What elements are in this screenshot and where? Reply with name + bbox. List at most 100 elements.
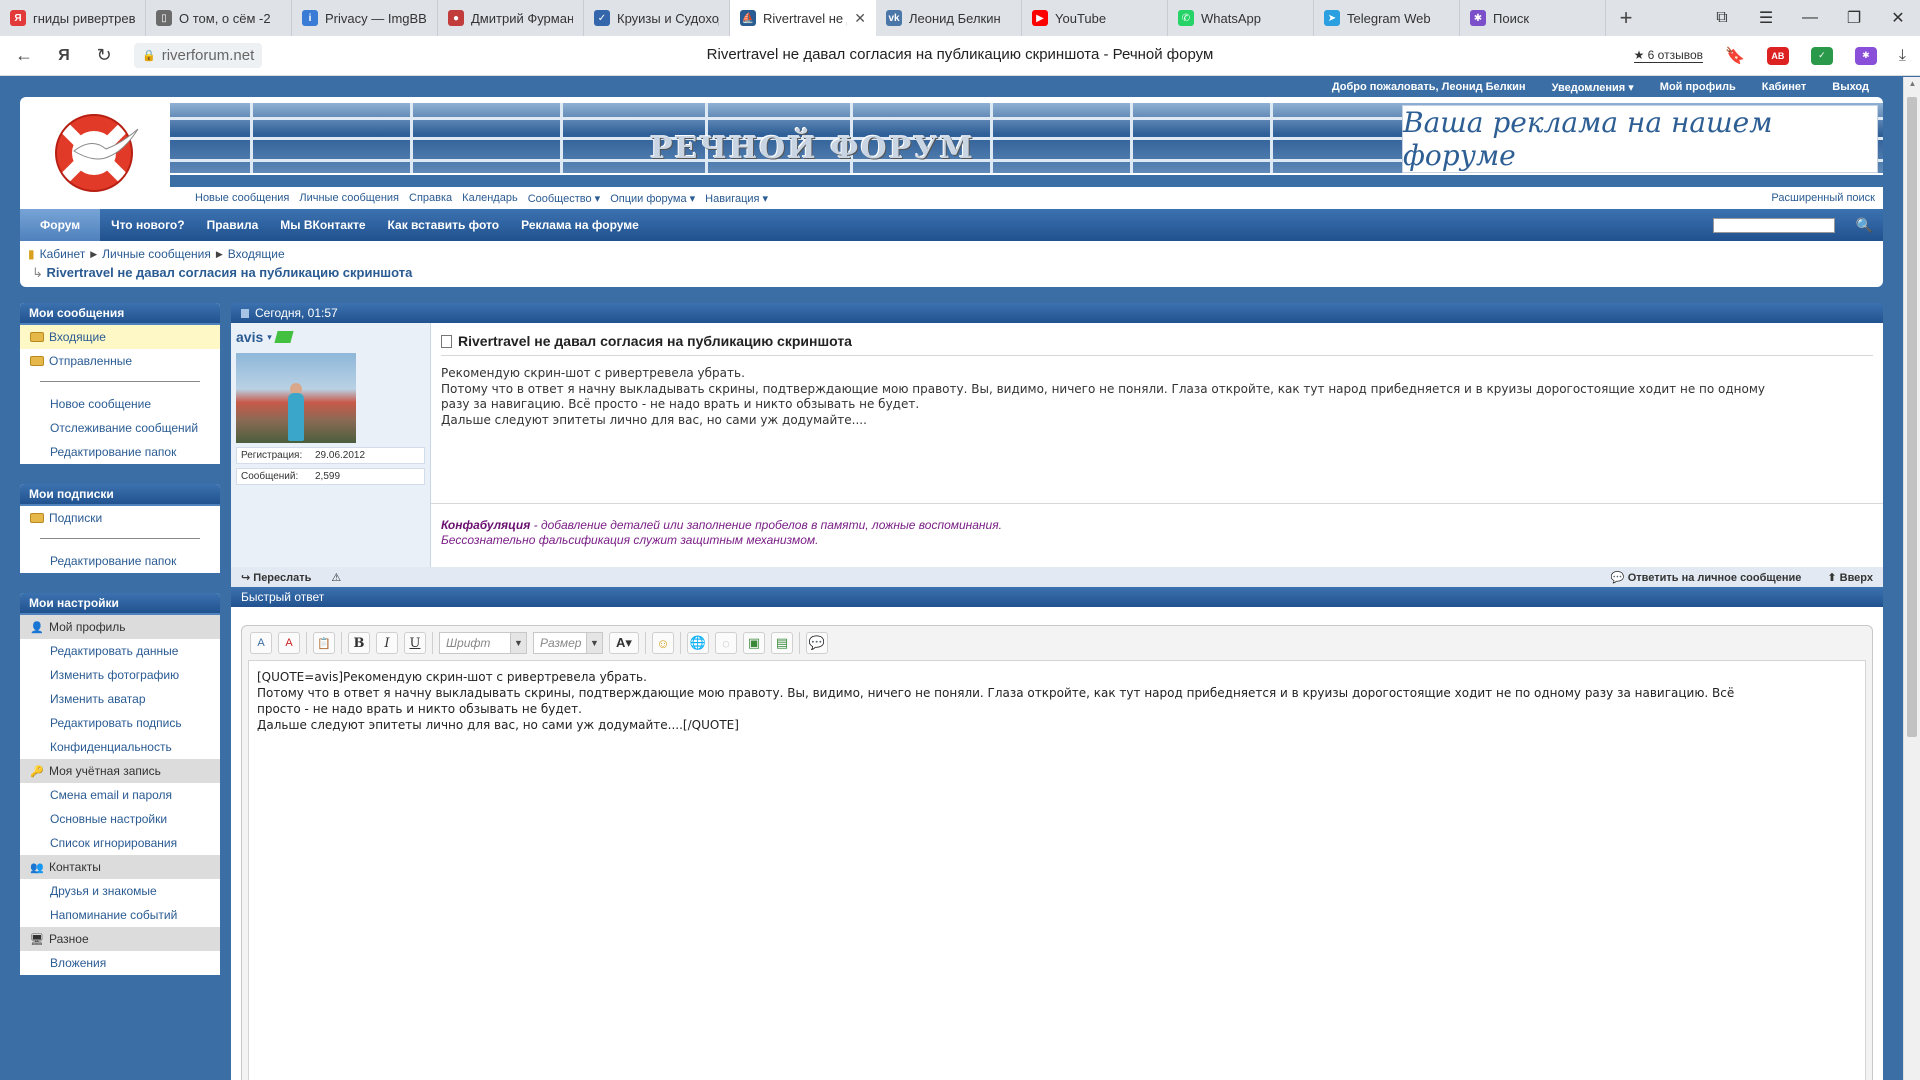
size-select[interactable]: Размер ▼ (533, 632, 603, 654)
sidebar-item-sent[interactable]: Отправленные (20, 349, 220, 373)
ad-banner[interactable]: Ваша реклама на нашем форуме (1402, 105, 1878, 173)
browser-tab[interactable]: Ягниды ривертревел (0, 0, 146, 36)
notifications-link[interactable]: Уведомления ▾ (1552, 81, 1634, 94)
subnav-navigation[interactable]: Навигация ▾ (705, 192, 768, 205)
browser-tab[interactable]: ➤ Telegram Web (1314, 0, 1460, 36)
my-profile-link[interactable]: Мой профиль (1660, 81, 1736, 93)
nav-advertising[interactable]: Реклама на форуме (510, 209, 650, 241)
author-avatar[interactable] (236, 353, 356, 443)
sidebar-item-edit-signature[interactable]: Редактировать подпись (20, 711, 220, 735)
paste-icon[interactable]: 📋 (313, 632, 335, 654)
yandex-icon[interactable]: Я (44, 47, 84, 65)
remove-format-icon[interactable]: A (250, 632, 272, 654)
color-extension-icon[interactable]: ✱ (1854, 46, 1877, 65)
sidebar-item-change-photo[interactable]: Изменить фотографию (20, 663, 220, 687)
report-warning-icon[interactable]: ⚠ (331, 571, 341, 584)
subnav-calendar[interactable]: Календарь (462, 192, 518, 204)
tab-title: Rivertravel не д (763, 10, 848, 26)
sidebar-item-event-reminders[interactable]: Напоминание событий (20, 903, 220, 927)
link-icon[interactable]: 🌐 (687, 632, 709, 654)
page-scrollbar[interactable]: ▲ (1903, 77, 1920, 1080)
browser-tab[interactable]: ▶ YouTube (1022, 0, 1168, 36)
nav-forum[interactable]: Форум (20, 209, 101, 241)
author-name[interactable]: avis (236, 329, 263, 345)
sidebar-item-edit-subscription-folders[interactable]: Редактирование папок (20, 549, 220, 573)
video-icon[interactable]: ▤ (771, 632, 793, 654)
breadcrumb-home-icon[interactable]: ▮ (28, 247, 35, 261)
back-icon[interactable]: ← (4, 45, 44, 66)
browser-tab[interactable]: ⛵ Rivertravel не д ✕ (730, 0, 876, 36)
sidebar-item-ignore-list[interactable]: Список игнорирования (20, 831, 220, 855)
sidebar-item-attachments[interactable]: Вложения (20, 951, 220, 975)
sidebar-item-new-message[interactable]: Новое сообщение (20, 392, 220, 416)
sidebar-item-change-avatar[interactable]: Изменить аватар (20, 687, 220, 711)
scrollbar-thumb[interactable] (1907, 97, 1917, 737)
image-icon[interactable]: ▣ (743, 632, 765, 654)
switch-mode-icon[interactable]: A (278, 632, 300, 654)
font-select[interactable]: Шрифт ▼ (439, 632, 527, 654)
browser-tab[interactable]: ✓ Круизы и Судоход (584, 0, 730, 36)
unlink-icon[interactable]: ◌ (715, 632, 737, 654)
new-tab-button[interactable]: + (1606, 0, 1646, 36)
browser-tab[interactable]: ✱ Поиск (1460, 0, 1606, 36)
sidebar-item-track-messages[interactable]: Отслеживание сообщений (20, 416, 220, 440)
cabinet-link[interactable]: Кабинет (1762, 81, 1807, 93)
close-tab-icon[interactable]: ✕ (854, 10, 866, 27)
sidebar-item-inbox[interactable]: Входящие (20, 325, 220, 349)
sidebar-item-general-settings[interactable]: Основные настройки (20, 807, 220, 831)
advanced-search-link[interactable]: Расширенный поиск (1771, 192, 1875, 204)
search-input[interactable] (1713, 218, 1835, 233)
search-icon[interactable]: 🔍 (1856, 217, 1873, 234)
menu-icon[interactable]: ☰ (1744, 8, 1788, 28)
breadcrumb-private-messages[interactable]: Личные сообщения (102, 247, 211, 261)
sidebar-item-friends[interactable]: Друзья и знакомые (20, 879, 220, 903)
browser-tab[interactable]: ▯ О том, о сём -2 (146, 0, 292, 36)
logout-link[interactable]: Выход (1832, 81, 1869, 93)
browser-tab[interactable]: ✆ WhatsApp (1168, 0, 1314, 36)
sidebar-item-edit-folders[interactable]: Редактирование папок (20, 440, 220, 464)
forward-button[interactable]: ↪ Переслать (241, 571, 311, 584)
text-color-icon[interactable]: A▾ (609, 632, 639, 654)
browser-tab[interactable]: ● Дмитрий Фурман (438, 0, 584, 36)
subnav-forum-options[interactable]: Опции форума ▾ (610, 192, 695, 205)
subnav-private-messages[interactable]: Личные сообщения (299, 192, 399, 204)
bookmark-icon[interactable]: 🔖 (1725, 46, 1745, 66)
sidebar-item-subscriptions[interactable]: Подписки (20, 506, 220, 530)
username-link[interactable]: Леонид Белкин (1442, 81, 1526, 93)
close-window-icon[interactable]: ✕ (1876, 8, 1920, 28)
bold-button[interactable]: B (348, 632, 370, 654)
breadcrumb-cabinet[interactable]: Кабинет (40, 247, 86, 261)
tab-manager-icon[interactable]: ⧉ (1700, 9, 1744, 27)
nav-vkontakte[interactable]: Мы ВКонтакте (269, 209, 376, 241)
smiley-icon[interactable]: ☺ (652, 632, 674, 654)
restore-icon[interactable]: ❐ (1832, 8, 1876, 28)
quote-icon[interactable]: 💬 (806, 632, 828, 654)
reviews-link[interactable]: ★ 6 отзывов (1633, 48, 1703, 63)
sidebar-item-edit-details[interactable]: Редактировать данные (20, 639, 220, 663)
download-icon[interactable]: ⤓ (1899, 47, 1906, 65)
browser-tab[interactable]: i Privacy — ImgBB (292, 0, 438, 36)
browser-tab[interactable]: vk Леонид Белкин (876, 0, 1022, 36)
nav-how-to-insert-photo[interactable]: Как вставить фото (377, 209, 511, 241)
nav-rules[interactable]: Правила (196, 209, 270, 241)
chevron-down-icon[interactable]: ▾ (267, 332, 272, 343)
subnav-new-posts[interactable]: Новые сообщения (195, 192, 289, 204)
sidebar-item-privacy[interactable]: Конфиденциальность (20, 735, 220, 759)
breadcrumb-inbox[interactable]: Входящие (228, 247, 285, 261)
url-field[interactable]: 🔒 riverforum.net (134, 43, 263, 68)
sidebar-item-change-email-password[interactable]: Смена email и пароля (20, 783, 220, 807)
nav-whats-new[interactable]: Что нового? (100, 209, 195, 241)
reply-textarea[interactable]: [QUOTE=avis]Рекомендую скрин-шот с ривер… (248, 660, 1866, 1080)
minimize-icon[interactable]: — (1788, 9, 1832, 27)
subnav-community[interactable]: Сообщество ▾ (528, 192, 600, 205)
scroll-up-icon[interactable]: ▲ (1904, 79, 1920, 88)
underline-button[interactable]: U (404, 632, 426, 654)
reload-icon[interactable]: ↻ (84, 45, 124, 66)
reply-button[interactable]: 💬 Ответить на личное сообщение (1611, 571, 1801, 584)
italic-button[interactable]: I (376, 632, 398, 654)
back-to-top-button[interactable]: ⬆ Вверх (1827, 571, 1873, 584)
subnav-help[interactable]: Справка (409, 192, 452, 204)
lifebuoy-logo-icon[interactable] (44, 107, 144, 195)
shield-extension-icon[interactable]: ✓ (1810, 46, 1833, 65)
adblock-extension-icon[interactable]: AB (1766, 46, 1789, 65)
